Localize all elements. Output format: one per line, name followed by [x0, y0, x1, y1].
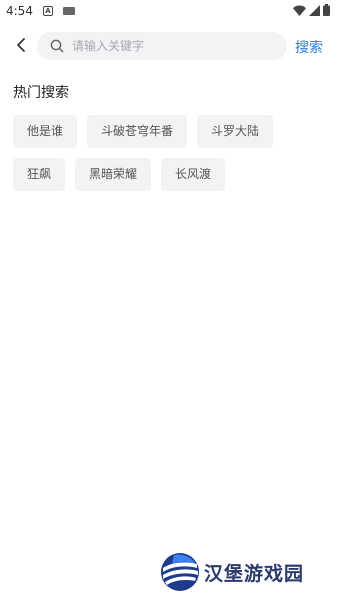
- hot-search-tag[interactable]: 斗破苍穹年番: [87, 115, 188, 148]
- status-time: 4:54: [6, 4, 33, 18]
- battery-icon: [323, 4, 330, 16]
- back-button[interactable]: [10, 34, 32, 56]
- system-status-icons: [293, 4, 330, 16]
- signal-icon: [309, 4, 320, 16]
- hot-search-tag[interactable]: 他是谁: [13, 115, 78, 148]
- status-bar: 4:54 A: [0, 0, 338, 24]
- watermark-text: 汉堡游戏园: [204, 562, 305, 585]
- search-input[interactable]: [72, 36, 272, 56]
- hot-search-tag[interactable]: 黑暗荣耀: [75, 158, 152, 191]
- search-bar: 搜索: [0, 28, 338, 64]
- hot-search-title: 热门搜索: [13, 85, 69, 101]
- hot-search-tag[interactable]: 狂飙: [13, 158, 66, 191]
- search-box[interactable]: [37, 32, 287, 60]
- hot-search-tag[interactable]: 长风渡: [161, 158, 226, 191]
- wifi-icon: [293, 5, 306, 16]
- hot-search-tag[interactable]: 斗罗大陆: [197, 115, 274, 148]
- watermark-logo-icon: [161, 553, 199, 591]
- chevron-left-icon: [17, 38, 25, 52]
- tag-row: 狂飙 黑暗荣耀 长风渡: [13, 158, 333, 191]
- watermark: 汉堡游戏园: [160, 552, 304, 592]
- a-badge-icon: A: [43, 6, 53, 16]
- keyboard-icon: [63, 7, 75, 15]
- hot-search-tags: 他是谁 斗破苍穹年番 斗罗大陆 狂飙 黑暗荣耀 长风渡: [13, 115, 333, 201]
- search-icon: [50, 39, 64, 53]
- tag-row: 他是谁 斗破苍穹年番 斗罗大陆: [13, 115, 333, 148]
- search-button[interactable]: 搜索: [295, 37, 323, 57]
